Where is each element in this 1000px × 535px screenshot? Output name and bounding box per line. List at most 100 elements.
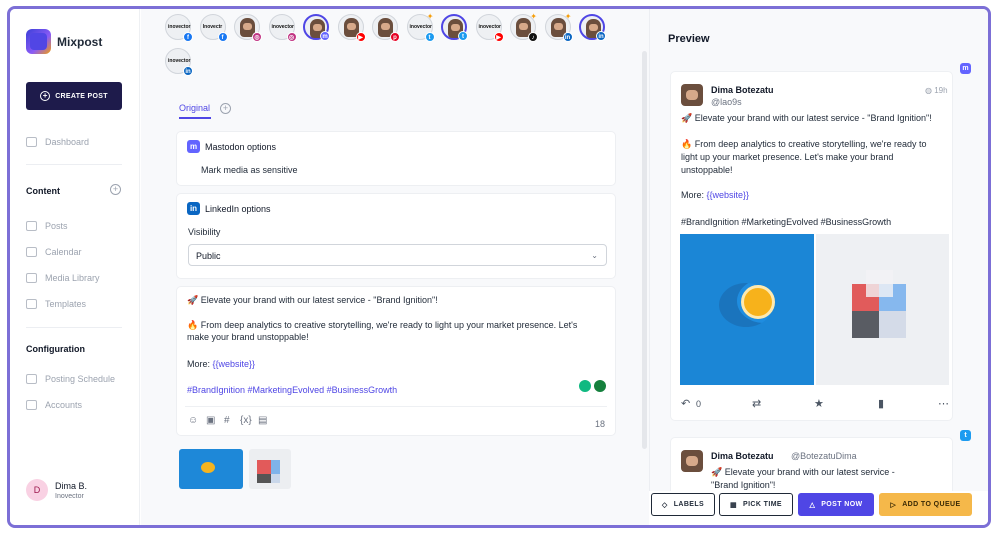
post-hashtags[interactable]: #BrandIgnition #MarketingEvolved #Busine… [187, 384, 397, 396]
account-avatar-facebook[interactable]: inovector f [165, 14, 193, 42]
linkedin-icon: in [596, 31, 606, 41]
tab-original[interactable]: Original [179, 103, 210, 113]
post-more-line[interactable]: More: {{website}} [187, 358, 255, 370]
orange-graphic [719, 283, 775, 327]
media-thumbnail[interactable] [249, 449, 291, 489]
preview-image-orange [680, 234, 814, 385]
divider [26, 327, 122, 328]
twitter-icon: t [424, 32, 435, 42]
account-logo: Inovectr [202, 24, 223, 30]
account-avatar-mastodon[interactable]: m [303, 14, 330, 41]
visibility-label: Visibility [188, 227, 221, 237]
account-avatar-pinterest[interactable]: p [372, 14, 400, 42]
divider [185, 406, 607, 407]
sidebar-item-label: Media Library [45, 273, 100, 283]
scrollbar[interactable] [642, 51, 647, 449]
sidebar-item-dashboard[interactable]: Dashboard [26, 137, 89, 147]
add-content-icon[interactable]: + [110, 184, 121, 195]
account-avatar-linkedin[interactable]: in [579, 14, 606, 41]
variable-icon[interactable]: {x} [240, 415, 252, 426]
cube-block [852, 311, 879, 338]
dashboard-icon [26, 137, 37, 147]
preview-panel: Preview m Dima Botezatu @lao9s ◍ 19h 🚀 E… [649, 9, 988, 525]
sidebar-item-calendar[interactable]: Calendar [26, 247, 82, 257]
sidebar-item-posting-schedule[interactable]: Posting Schedule [26, 374, 115, 384]
editor-panel: inovector f Inovectr f ◎ inovector ◎ m ▶ p inovect… [141, 9, 701, 525]
calendar-icon: ▦ [729, 501, 737, 509]
pick-time-button[interactable]: ▦ PICK TIME [719, 493, 793, 516]
sidebar-item-media-library[interactable]: Media Library [26, 273, 100, 283]
user-menu[interactable]: D Dima B. Inovector [26, 479, 87, 501]
grid-icon [26, 221, 37, 231]
account-avatar-twitter[interactable]: inovector t ✦ [406, 12, 435, 42]
sparkle-icon: ✦ [530, 12, 537, 21]
emoji-icon[interactable]: ☺ [188, 415, 198, 426]
preview-line-1: 🚀 Elevate your brand with our latest ser… [681, 113, 932, 123]
more-prefix: More: [681, 190, 707, 200]
template-icon [26, 299, 37, 309]
app-window: Mixpost + CREATE POST Dashboard Content … [7, 6, 991, 528]
mark-sensitive-toggle[interactable]: Mark media as sensitive [201, 164, 298, 176]
visibility-select[interactable]: Public ⌄ [188, 244, 607, 266]
account-avatar-twitter[interactable]: t [441, 14, 468, 41]
tab-indicator [179, 117, 211, 119]
mastodon-icon: m [960, 63, 971, 74]
sidebar-item-label: Accounts [45, 400, 83, 410]
add-version-icon[interactable]: + [220, 103, 231, 114]
account-avatar-linkedin[interactable]: inovector in [165, 48, 193, 76]
twitter-icon: t [960, 430, 971, 441]
post-time-value: 19h [934, 86, 948, 95]
accounts-icon [26, 400, 37, 410]
sidebar-item-accounts[interactable]: Accounts [26, 400, 82, 410]
brand[interactable]: Mixpost [26, 29, 102, 54]
media-thumbnail[interactable] [179, 449, 243, 489]
account-avatar-instagram[interactable]: ◎ [234, 14, 262, 42]
avatar [681, 450, 703, 472]
image-icon[interactable]: ▣ [206, 415, 215, 426]
favourite-icon[interactable]: ★ [814, 397, 824, 410]
warning-icon: △ [809, 501, 816, 509]
add-to-queue-button[interactable]: ▷ ADD TO QUEUE [879, 493, 972, 516]
section-title-configuration: Configuration [26, 344, 85, 354]
account-avatar-facebook[interactable]: Inovectr f [199, 14, 228, 42]
sidebar-item-templates[interactable]: Templates [26, 299, 86, 309]
author-name: Dima Botezatu [711, 85, 774, 95]
labels-label: LABELS [673, 501, 705, 508]
template-icon[interactable]: ▤ [258, 415, 267, 426]
preview-more-line: More: {{website}} [681, 189, 749, 202]
boost-icon[interactable]: ⇄ [752, 397, 761, 410]
calendar-icon [26, 247, 37, 257]
grammarly-icon[interactable] [579, 380, 591, 392]
sidebar-item-posts[interactable]: Posts [26, 221, 68, 231]
post-line-1[interactable]: 🚀 Elevate your brand with our latest ser… [187, 294, 607, 306]
hashtag-icon[interactable]: # [224, 415, 230, 426]
account-avatar-instagram[interactable]: inovector ◎ [268, 14, 297, 42]
mastodon-options-title: m Mastodon options [187, 140, 276, 153]
labels-button[interactable]: ◇ LABELS [651, 493, 715, 516]
account-logo: inovector [271, 24, 295, 30]
more-icon[interactable]: ⋯ [938, 397, 949, 410]
bookmark-icon[interactable]: ▮ [878, 397, 884, 410]
post-line-2[interactable]: 🔥 From deep analytics to creative storyt… [187, 319, 597, 343]
pick-time-label: PICK TIME [743, 501, 782, 508]
section-title-content: Content [26, 186, 60, 196]
website-variable: {{website}} [212, 359, 256, 369]
create-post-button[interactable]: + CREATE POST [26, 82, 122, 110]
author-name: Dima Botezatu [711, 451, 774, 461]
account-avatar-youtube[interactable]: ▶ [337, 14, 366, 42]
assistant-icon[interactable] [594, 380, 606, 392]
plus-icon: + [40, 91, 51, 101]
post-time: ◍ 19h [925, 86, 948, 95]
instagram-icon: ◎ [252, 32, 262, 42]
avatar [681, 84, 703, 106]
account-logo: inovector [409, 24, 433, 30]
cube-block [879, 311, 906, 338]
account-logo: inovector [168, 24, 191, 30]
linkedin-icon: in [187, 202, 200, 215]
post-now-button[interactable]: △ POST NOW [798, 493, 874, 516]
preview-line-1: 🚀 Elevate your brand with our latest ser… [711, 467, 895, 490]
account-avatar-tiktok[interactable]: ♪ ✦ [510, 12, 538, 42]
reply-icon[interactable]: ↶ [681, 397, 690, 410]
account-avatar-linkedin[interactable]: in ✦ [544, 12, 573, 42]
account-avatar-youtube[interactable]: inovector ▶ [475, 14, 504, 42]
